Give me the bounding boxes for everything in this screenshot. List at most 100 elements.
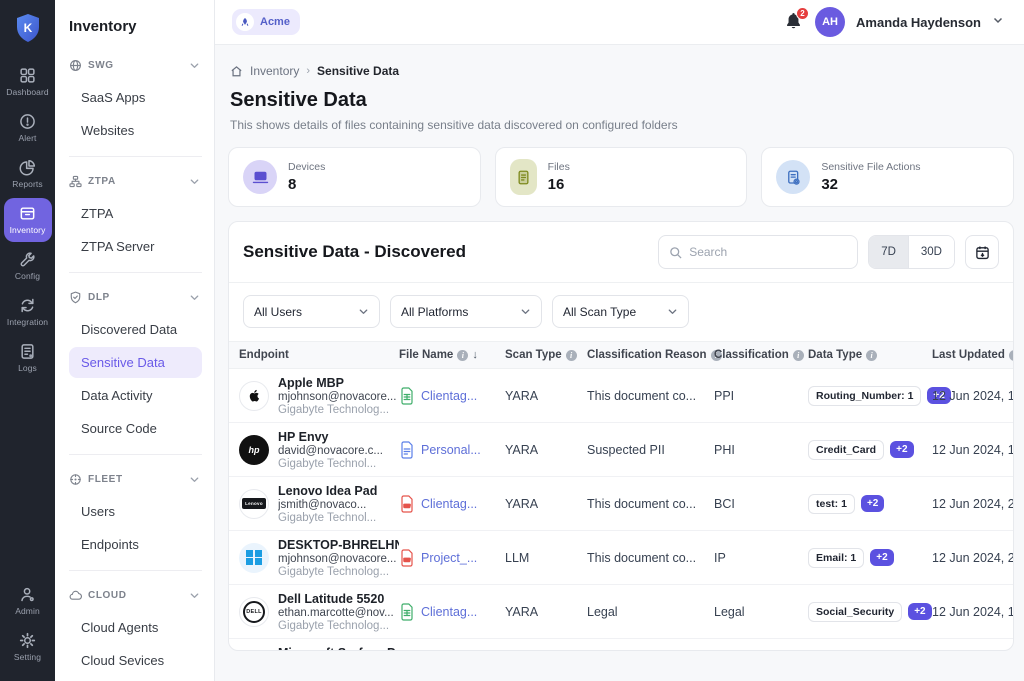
sidebar-item-cloud-agents[interactable]: Cloud Agents xyxy=(69,612,202,643)
chevron-down-icon[interactable] xyxy=(189,590,200,601)
org-switcher[interactable]: Acme xyxy=(232,9,300,35)
sidebar-item-ztpa[interactable]: ZTPA xyxy=(69,198,202,229)
sidebar-item-users[interactable]: Users xyxy=(69,496,202,527)
sidebar-item-saas-apps[interactable]: SaaS Apps xyxy=(69,82,202,113)
endpoint-cell: DELL Dell Latitude 5520 ethan.marcotte@n… xyxy=(239,592,399,632)
page-title: Sensitive Data xyxy=(230,89,1014,112)
file-name-link[interactable]: Project_... xyxy=(421,551,477,565)
sidebar-item-data-activity[interactable]: Data Activity xyxy=(69,380,202,411)
filter-select-all-platforms[interactable]: All Platforms xyxy=(390,295,542,328)
org-icon xyxy=(236,13,254,31)
column-header-classification[interactable]: Classification i xyxy=(714,349,808,361)
sidebar-item-cloud-sevices[interactable]: Cloud Sevices xyxy=(69,645,202,676)
filter-value: All Users xyxy=(254,305,350,319)
chevron-down-icon[interactable] xyxy=(189,176,200,187)
file-name-link[interactable]: Personal... xyxy=(421,443,481,457)
svg-text:PDF: PDF xyxy=(404,504,411,508)
column-header-last-updated[interactable]: Last Updated i xyxy=(932,349,1013,361)
section-header-fleet[interactable]: FLEET xyxy=(67,469,204,496)
rail-item-reports[interactable]: Reports xyxy=(4,152,52,196)
chevron-down-icon[interactable] xyxy=(189,292,200,303)
app-logo[interactable]: K xyxy=(13,12,43,44)
divider xyxy=(69,272,202,273)
sort-descending-icon[interactable]: ↓ xyxy=(472,349,478,361)
search-input-wrap xyxy=(658,235,858,269)
rail-item-logs[interactable]: Logs xyxy=(4,336,52,380)
device-name: DESKTOP-BHRELHN xyxy=(278,538,399,552)
spreadsheet-file-icon xyxy=(399,603,415,621)
file-name-link[interactable]: Clientag... xyxy=(421,389,477,403)
section-header-cloud[interactable]: CLOUD xyxy=(67,585,204,612)
sidebar-item-discovered-data[interactable]: Discovered Data xyxy=(69,314,202,345)
more-data-types-badge[interactable]: +2 xyxy=(870,549,893,566)
info-icon[interactable]: i xyxy=(457,350,468,361)
section-header-ztpa[interactable]: ZTPA xyxy=(67,171,204,198)
data-type-cell: Routing_Number: 1 +2 xyxy=(808,386,932,406)
rail-item-admin[interactable]: Admin xyxy=(4,579,52,623)
chevron-down-icon xyxy=(659,306,678,317)
table-body: Apple MBP mjohnson@novacore... Gigabyte … xyxy=(229,369,1013,651)
stat-label: Sensitive File Actions xyxy=(821,161,920,173)
range-option-7d[interactable]: 7D xyxy=(869,236,908,268)
rail-item-integration[interactable]: Integration xyxy=(4,290,52,334)
rail-item-inventory[interactable]: Inventory xyxy=(4,198,52,242)
fleet-icon xyxy=(69,473,82,486)
sidebar-section-ztpa: ZTPA ZTPAZTPA Server xyxy=(67,171,204,262)
info-icon[interactable]: i xyxy=(866,350,877,361)
sidebar-item-sensitive-data[interactable]: Sensitive Data xyxy=(69,347,202,378)
file-name-link[interactable]: Clientag... xyxy=(421,605,477,619)
range-option-30d[interactable]: 30D xyxy=(908,236,954,268)
search-input[interactable] xyxy=(689,245,847,259)
table-row[interactable]: DELL Dell Latitude 5520 ethan.marcotte@n… xyxy=(229,585,1013,639)
calendar-button[interactable] xyxy=(965,235,999,269)
filter-value: All Scan Type xyxy=(563,305,659,319)
info-icon[interactable]: i xyxy=(566,350,577,361)
integration-icon xyxy=(19,297,36,314)
table-row[interactable]: DESKTOP-BHRELHN mjohnson@novacore... Gig… xyxy=(229,531,1013,585)
file-cell: PDF Project_... xyxy=(399,549,505,567)
file-name-link[interactable]: Clientag... xyxy=(421,497,477,511)
dell-logo-icon: DELL xyxy=(239,597,269,627)
sidebar-item-websites[interactable]: Websites xyxy=(69,115,202,146)
stat-value: 8 xyxy=(288,176,325,193)
more-data-types-badge[interactable]: +2 xyxy=(861,495,884,512)
more-data-types-badge[interactable]: +2 xyxy=(890,441,913,458)
more-data-types-badge[interactable]: +2 xyxy=(908,603,931,620)
user-avatar[interactable]: AH xyxy=(815,7,845,37)
section-header-swg[interactable]: SWG xyxy=(67,55,204,82)
filter-select-all-scan-type[interactable]: All Scan Type xyxy=(552,295,689,328)
table-row[interactable]: Microsoft Surface Pro dan.saffer@novac..… xyxy=(229,639,1013,651)
table-row[interactable]: Lenovo Lenovo Idea Pad jsmith@novaco... … xyxy=(229,477,1013,531)
doc-file-icon xyxy=(399,441,415,459)
windows-logo-icon xyxy=(239,543,269,573)
chevron-down-icon[interactable] xyxy=(189,60,200,71)
sidebar-item-source-code[interactable]: Source Code xyxy=(69,413,202,444)
column-header-scan-type[interactable]: Scan Type i xyxy=(505,349,587,361)
breadcrumb-parent[interactable]: Inventory xyxy=(250,64,299,78)
table-row[interactable]: Apple MBP mjohnson@novacore... Gigabyte … xyxy=(229,369,1013,423)
column-header-file-name[interactable]: File Name i ↓ xyxy=(399,349,505,361)
chevron-down-icon[interactable] xyxy=(189,474,200,485)
endpoint-cell: DESKTOP-BHRELHN mjohnson@novacore... Gig… xyxy=(239,538,399,578)
sidebar-item-endpoints[interactable]: Endpoints xyxy=(69,529,202,560)
info-icon[interactable]: i xyxy=(1009,350,1013,361)
column-header-data-type[interactable]: Data Type i xyxy=(808,349,932,361)
rail-item-setting[interactable]: Setting xyxy=(4,625,52,669)
notifications-bell-icon[interactable]: 2 xyxy=(784,11,804,33)
rail-item-alert[interactable]: Alert xyxy=(4,106,52,150)
section-header-dlp[interactable]: DLP xyxy=(67,287,204,314)
user-menu-chevron-icon[interactable] xyxy=(992,13,1004,31)
table-row[interactable]: hp HP Envy david@novacore.c... Gigabyte … xyxy=(229,423,1013,477)
rail-item-config[interactable]: Config xyxy=(4,244,52,288)
column-header-classification-reason[interactable]: Classification Reason i xyxy=(587,349,714,361)
stat-card-devices: Devices 8 xyxy=(228,147,481,207)
filter-select-all-users[interactable]: All Users xyxy=(243,295,380,328)
info-icon[interactable]: i xyxy=(793,350,804,361)
rail-item-dashboard[interactable]: Dashboard xyxy=(4,60,52,104)
last-updated: 12 Jun 2024, 18:5 xyxy=(932,605,1013,619)
sidebar-item-ztpa-server[interactable]: ZTPA Server xyxy=(69,231,202,262)
admin-icon xyxy=(19,586,36,603)
user-email: jsmith@novaco... xyxy=(278,499,377,511)
org-name: Acme xyxy=(260,16,290,28)
data-type-cell: Email: 1 +2 xyxy=(808,548,932,568)
